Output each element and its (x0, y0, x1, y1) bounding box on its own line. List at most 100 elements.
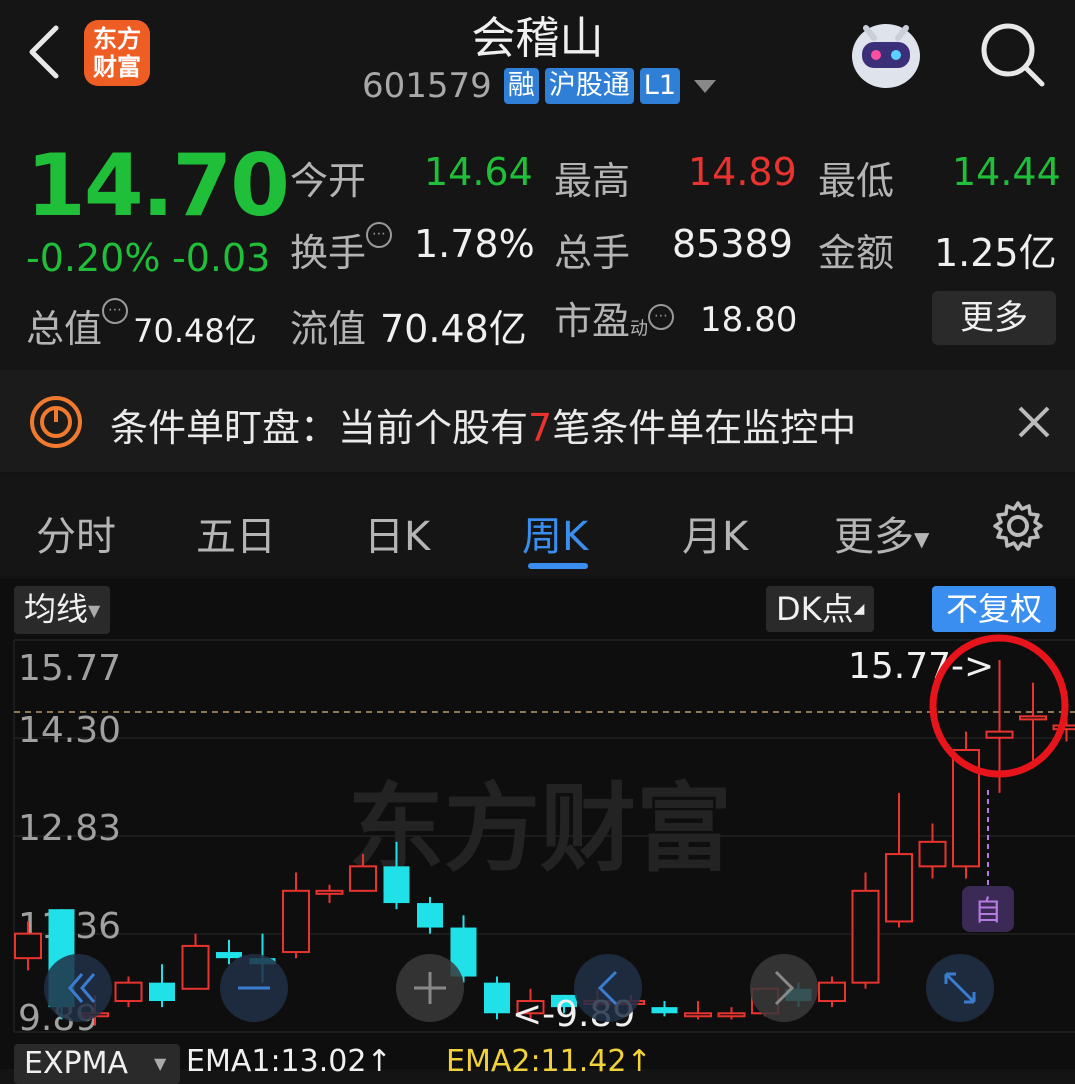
amount-value: 1.25亿 (934, 222, 1057, 277)
dk-label: DK点 (776, 590, 854, 628)
volume-label: 总手 (554, 222, 630, 277)
open-value: 14.64 (424, 150, 533, 194)
total-value: 70.48亿 (133, 312, 257, 350)
ema1-value: EMA1:13.02↑ (186, 1044, 392, 1079)
change-percent: -0.20% (26, 236, 160, 280)
candle (853, 872, 879, 988)
candle-body (417, 903, 443, 927)
candle-body (719, 1013, 745, 1016)
candle-body (350, 866, 376, 890)
scroll-right-button[interactable] (750, 954, 818, 1022)
stock-code: 601579 (362, 66, 492, 106)
scroll-left-fast-button[interactable] (44, 954, 112, 1022)
notice-text: 条件单盯盘：当前个股有7笔条件单在监控中 (110, 397, 856, 452)
turnover-item[interactable]: 换手⋯ (290, 222, 392, 277)
candle-body (1020, 716, 1046, 719)
candle (183, 934, 209, 989)
candle (953, 732, 979, 879)
pe-value: 18.80 (700, 300, 797, 340)
candle-body (652, 1007, 678, 1013)
info-icon[interactable]: ⋯ (366, 222, 392, 248)
adjust-mode-button[interactable]: 不复权 (932, 586, 1056, 632)
search-icon[interactable] (978, 20, 1048, 90)
volume-value: 85389 (672, 222, 793, 266)
caret-down-icon: ▼ (914, 527, 929, 551)
candle-body (149, 983, 175, 1001)
candle-body (853, 891, 879, 983)
level-tag: L1 (640, 68, 680, 104)
candle (149, 964, 175, 1007)
open-label: 今开 (290, 150, 366, 205)
candle-body (283, 891, 309, 952)
stock-code-row[interactable]: 601579 融 沪股通 L1 (362, 66, 716, 106)
connect-tag: 沪股通 (545, 68, 634, 104)
self-select-badge-text: 自 (974, 894, 1002, 927)
tab-more[interactable]: 更多▼ (834, 504, 929, 562)
tab-monthly-k[interactable]: 月K (682, 504, 748, 562)
candle-body (15, 934, 41, 958)
pe-label: 市盈 (554, 299, 630, 343)
fullscreen-button[interactable] (926, 954, 994, 1022)
candle (719, 1007, 745, 1019)
candle-body (384, 866, 410, 903)
y-tick-label: 15.77 (18, 648, 121, 689)
robot-avatar-icon[interactable] (846, 18, 926, 94)
y-tick-label: 12.83 (18, 808, 121, 849)
notice-prefix: 条件单盯盘：当前个股有 (110, 406, 528, 450)
info-icon[interactable]: ⋯ (648, 304, 674, 330)
float-value: 70.48亿 (380, 298, 527, 353)
candle-body (886, 854, 912, 921)
tab-intraday[interactable]: 分时 (36, 504, 116, 562)
notice-suffix: 笔条件单在监控中 (552, 406, 856, 450)
dk-point-toggle[interactable]: DK点◢ (766, 586, 874, 632)
tab-daily-k[interactable]: 日K (364, 504, 430, 562)
candle (685, 1001, 711, 1019)
total-value-item[interactable]: 总值⋯ 70.48亿 (26, 298, 257, 353)
pe-item[interactable]: 市盈动⋯ (554, 290, 674, 345)
candle-body (216, 952, 242, 958)
candle (920, 823, 946, 878)
candle-body (484, 983, 510, 1014)
low-value: 14.44 (952, 150, 1061, 194)
candle-body (920, 842, 946, 866)
candle (417, 897, 443, 934)
corner-triangle-icon: ◢ (854, 601, 865, 617)
candle-body (819, 983, 845, 1001)
ma-selector[interactable]: 均线▼ (14, 586, 110, 634)
total-value-label: 总值 (26, 307, 102, 351)
max-price-marker: 15.77-> (848, 646, 994, 687)
caret-down-icon: ▼ (88, 601, 100, 620)
low-label: 最低 (818, 150, 894, 205)
candle (819, 977, 845, 1008)
info-icon[interactable]: ⋯ (102, 298, 128, 324)
zoom-out-button[interactable] (220, 954, 288, 1022)
indicator-selector[interactable]: EXPMA ▼ (14, 1044, 180, 1084)
candle-body (116, 983, 142, 1001)
ema2-value: EMA2:11.42↑ (446, 1044, 652, 1079)
y-tick-label: 14.30 (18, 710, 121, 751)
candlestick-chart: 东方财富 15.77 14.30 12.83 11.36 9.89 15.77-… (0, 630, 1075, 1069)
candle-body (183, 946, 209, 989)
caret-down-icon: ▼ (154, 1054, 166, 1073)
turnover-label: 换手 (290, 231, 366, 275)
ma-label: 均线 (24, 590, 88, 628)
scroll-left-button[interactable] (574, 954, 642, 1022)
indicator-name: EXPMA (24, 1046, 128, 1081)
high-value: 14.89 (688, 150, 797, 194)
candle (317, 885, 343, 903)
amount-label: 金额 (818, 222, 894, 277)
more-quote-button[interactable]: 更多 (932, 291, 1056, 345)
active-tab-indicator (528, 563, 588, 569)
pe-dynamic-mark: 动 (630, 319, 648, 340)
candle-body (987, 732, 1013, 738)
tab-five-day[interactable]: 五日 (196, 504, 276, 562)
zoom-in-button[interactable] (396, 954, 464, 1022)
margin-tag: 融 (504, 68, 539, 104)
candle (886, 793, 912, 928)
float-value-label: 流值 (290, 298, 366, 353)
chevron-down-icon[interactable] (694, 80, 716, 93)
close-icon[interactable] (1016, 404, 1052, 444)
gear-icon[interactable] (992, 500, 1044, 556)
candle (283, 872, 309, 958)
tab-weekly-k[interactable]: 周K (522, 504, 588, 562)
